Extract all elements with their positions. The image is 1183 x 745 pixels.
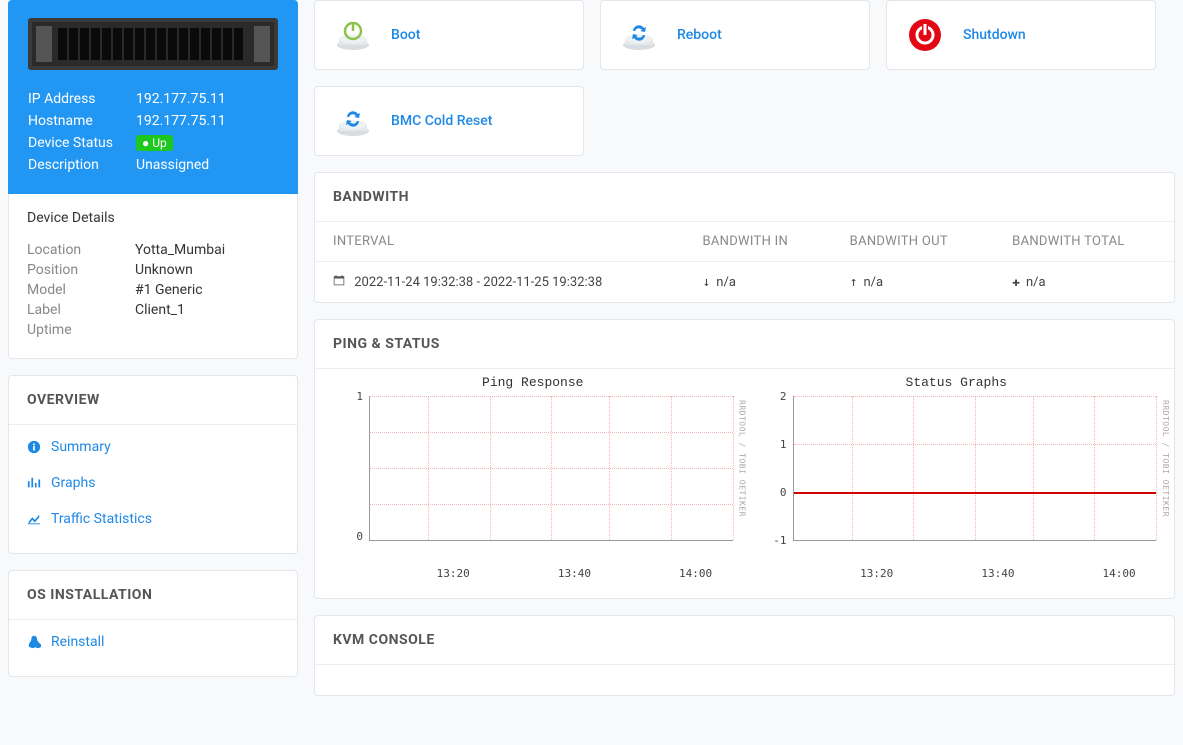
uptime-label: Uptime — [27, 322, 135, 338]
pingstatus-panel: PING & STATUS Ping Response 1 0 RRDTOOL … — [314, 319, 1175, 599]
boot-button[interactable]: Boot — [314, 0, 584, 70]
ip-label: IP Address — [28, 91, 136, 107]
status-chart-title: Status Graphs — [757, 369, 1157, 396]
plus-icon: ✚ — [1012, 275, 1020, 290]
description-value: Unassigned — [136, 157, 209, 173]
location-label: Location — [27, 242, 135, 258]
position-label: Position — [27, 262, 135, 278]
hostname-label: Hostname — [28, 113, 136, 129]
reboot-button[interactable]: Reboot — [600, 0, 870, 70]
label-value: Client_1 — [135, 302, 185, 318]
col-total: BANDWITH TOTAL — [994, 222, 1174, 262]
rrdtool-label: RRDTOOL / TOBI OETIKER — [738, 400, 747, 517]
nav-traffic[interactable]: Traffic Statistics — [9, 501, 297, 537]
overview-panel: OVERVIEW Summary Graphs Traffic Statisti… — [8, 375, 298, 554]
label-label: Label — [27, 302, 135, 318]
position-value: Unknown — [135, 262, 193, 278]
description-label: Description — [28, 157, 136, 173]
location-value: Yotta_Mumbai — [135, 242, 225, 258]
pingstatus-heading: PING & STATUS — [315, 320, 1174, 368]
kvm-heading: KVM CONSOLE — [315, 616, 1174, 664]
shutdown-label: Shutdown — [963, 27, 1026, 43]
arrow-up-icon: ↑ — [850, 275, 858, 290]
nav-graphs[interactable]: Graphs — [9, 465, 297, 501]
ping-chart-title: Ping Response — [333, 369, 733, 396]
col-out: BANDWITH OUT — [832, 222, 995, 262]
reboot-label: Reboot — [677, 27, 722, 43]
status-value: ● Up — [136, 135, 177, 151]
model-label: Model — [27, 282, 135, 298]
nav-summary-label: Summary — [51, 439, 111, 455]
bmc-reset-label: BMC Cold Reset — [391, 113, 492, 129]
bw-total-value: n/a — [1026, 275, 1046, 290]
nav-reinstall[interactable]: Reinstall — [9, 624, 297, 660]
calendar-icon — [333, 275, 348, 290]
bar-chart-icon — [27, 476, 41, 490]
model-value: #1 Generic — [135, 282, 203, 298]
info-icon — [27, 440, 41, 454]
boot-label: Boot — [391, 27, 420, 43]
interval-value: 2022-11-24 19:32:38 - 2022-11-25 19:32:3… — [354, 275, 602, 290]
overview-heading: OVERVIEW — [9, 376, 297, 424]
nav-traffic-label: Traffic Statistics — [51, 511, 152, 527]
col-in: BANDWITH IN — [684, 222, 831, 262]
power-icon — [333, 15, 373, 55]
bandwidth-panel: BANDWITH INTERVAL BANDWITH IN BANDWITH O… — [314, 172, 1175, 303]
arrow-down-icon: ↓ — [702, 275, 710, 290]
status-badge: ● Up — [136, 135, 173, 151]
osinstall-panel: OS INSTALLATION Reinstall — [8, 570, 298, 677]
server-image — [8, 0, 298, 80]
nav-reinstall-label: Reinstall — [51, 634, 104, 650]
col-interval: INTERVAL — [315, 222, 684, 262]
osinstall-heading: OS INSTALLATION — [9, 571, 297, 619]
bw-out-value: n/a — [864, 275, 884, 290]
device-details-card: Device Details Location Yotta_Mumbai Pos… — [8, 194, 298, 359]
bandwidth-heading: BANDWITH — [315, 173, 1174, 221]
kvm-panel: KVM CONSOLE — [314, 615, 1175, 696]
bandwidth-table: INTERVAL BANDWITH IN BANDWITH OUT BANDWI… — [315, 221, 1174, 302]
hostname-value: 192.177.75.11 — [136, 113, 226, 129]
linux-icon — [27, 635, 41, 649]
rrdtool-label: RRDTOOL / TOBI OETIKER — [1161, 400, 1170, 517]
shutdown-button[interactable]: Shutdown — [886, 0, 1156, 70]
nav-graphs-label: Graphs — [51, 475, 95, 491]
refresh-icon — [333, 101, 373, 141]
line-chart-icon — [27, 512, 41, 526]
actions-row: Boot Reboot — [314, 0, 1175, 156]
status-chart: Status Graphs 2 1 0 -1 RRDTOOL / TOBI OE… — [757, 369, 1157, 580]
refresh-icon — [619, 15, 659, 55]
ip-value: 192.177.75.11 — [136, 91, 226, 107]
shutdown-icon — [905, 15, 945, 55]
ping-chart: Ping Response 1 0 RRDTOOL / TOBI OETIKER — [333, 369, 733, 580]
bmc-reset-button[interactable]: BMC Cold Reset — [314, 86, 584, 156]
device-summary-card: IP Address 192.177.75.11 Hostname 192.17… — [8, 0, 298, 194]
bw-in-value: n/a — [716, 275, 736, 290]
table-row: 2022-11-24 19:32:38 - 2022-11-25 19:32:3… — [315, 262, 1174, 303]
nav-summary[interactable]: Summary — [9, 429, 297, 465]
status-label: Device Status — [28, 135, 136, 151]
device-details-heading: Device Details — [27, 210, 279, 226]
